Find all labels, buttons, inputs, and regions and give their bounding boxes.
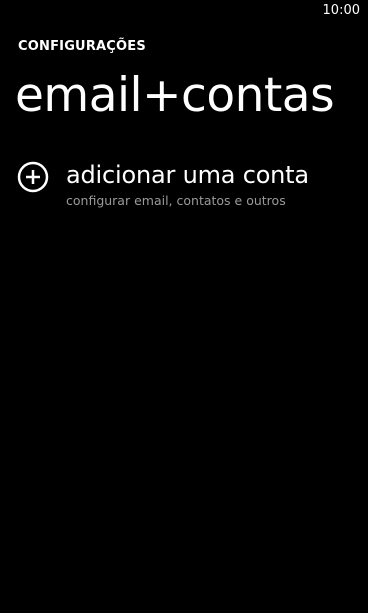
status-bar: 10:00: [0, 0, 368, 24]
add-account-label: adicionar uma conta: [66, 161, 309, 189]
plus-circle-icon: [17, 161, 49, 193]
add-account-sublabel: configurar email, contatos e outros: [66, 193, 286, 208]
app-title: CONFIGURAÇÕES: [18, 39, 146, 54]
add-account-button[interactable]: adicionar uma conta configurar email, co…: [16, 158, 356, 216]
status-time: 10:00: [322, 3, 360, 18]
page-title: email+contas: [15, 68, 335, 123]
